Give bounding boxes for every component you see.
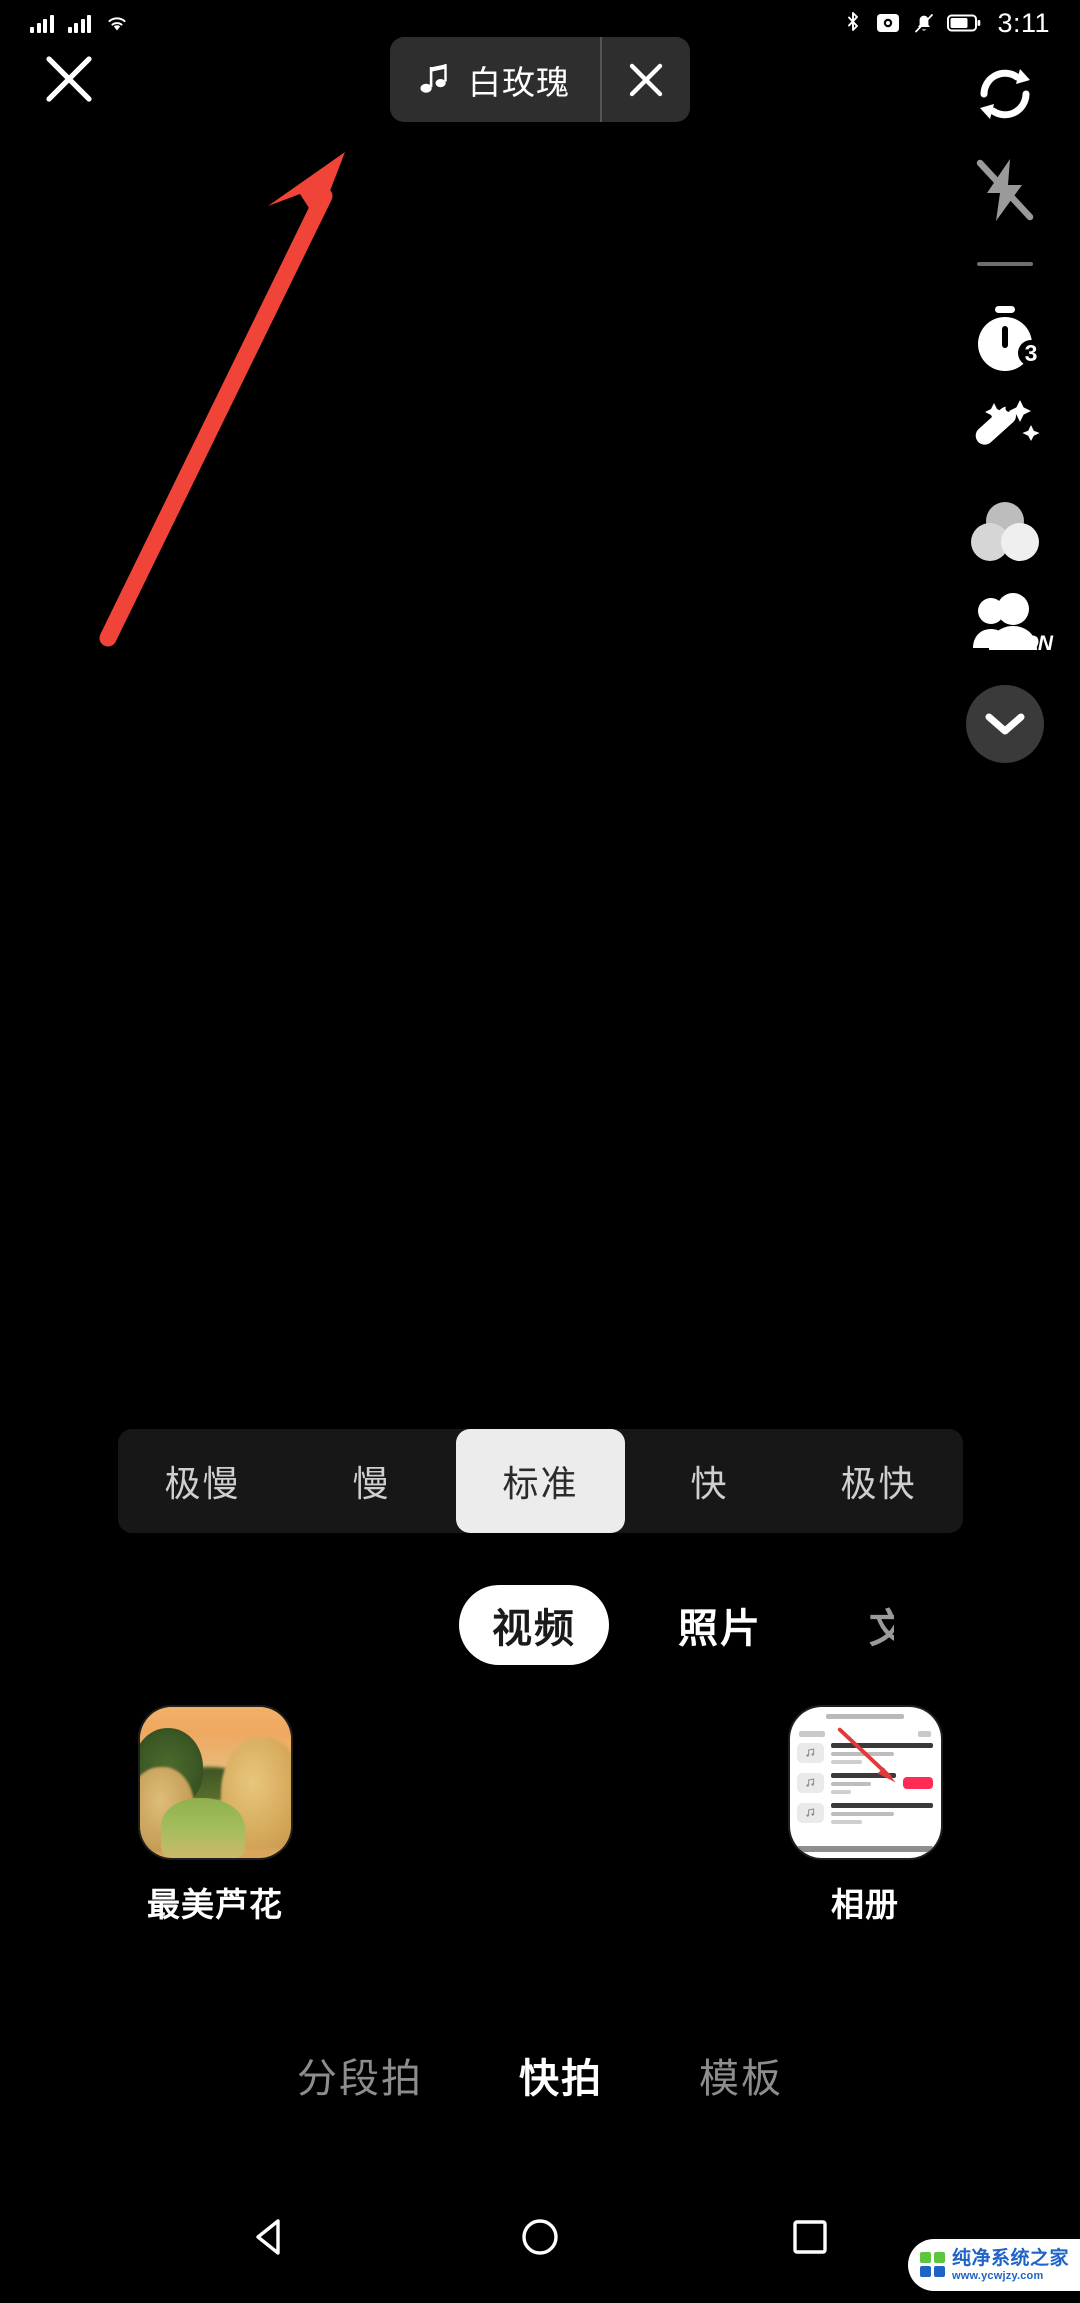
mode-tabs: 视频 照片 文 [0,1570,1080,1680]
status-bar-time: 3:11 [997,7,1050,38]
timer-button[interactable]: 3 [930,292,1080,388]
recents-square-icon [793,2220,827,2254]
music-select-button[interactable]: 白玫瑰 [390,37,600,122]
speed-option-3[interactable]: 快 [625,1429,794,1533]
tab-video[interactable]: 视频 [459,1585,609,1665]
album-tile-label: 相册 [831,1886,899,1923]
status-bar-left [30,13,129,33]
watermark-name: 纯净系统之家 [952,2247,1070,2269]
flip-camera-button[interactable] [930,46,1080,142]
effect-tile[interactable]: 最美芦花 [115,1705,315,1926]
filter-button[interactable] [930,484,1080,580]
home-button[interactable] [505,2202,575,2272]
watermark-logo-icon [920,2252,946,2278]
watermark-text: 纯净系统之家 www.ycwjzy.com [952,2249,1069,2282]
signal-bars-icon [30,13,54,33]
speed-selector[interactable]: 极慢 慢 标准 快 极快 [118,1429,963,1533]
flash-off-icon [976,159,1034,221]
close-button[interactable] [36,46,102,112]
flip-camera-icon [980,69,1030,119]
shoot-mode-segment[interactable]: 分段拍 [297,2046,423,2104]
screenshot-icon [877,14,900,32]
music-title: 白玫瑰 [468,63,570,101]
status-bar-right: 3:11 [843,8,1050,39]
duet-on-badge: ON [1022,632,1053,655]
camera-capture-screen: 3:11 白玫瑰 3 ON 极慢 慢 标准 快 极快 视频 照片 文 最美芦花 … [0,0,1080,2303]
recents-button[interactable] [775,2202,845,2272]
shoot-mode-quick[interactable]: 快拍 [519,2046,603,2104]
effect-artwork [139,1707,291,1858]
speed-option-1[interactable]: 慢 [287,1429,456,1533]
speed-option-2[interactable]: 标准 [456,1429,625,1533]
effect-thumbnail [137,1705,293,1860]
rail-divider [977,262,1033,266]
tab-photo[interactable]: 照片 [660,1585,780,1665]
chevron-down-icon [985,713,1025,735]
close-icon [629,63,663,96]
album-thumbnail [787,1705,943,1860]
expand-circle [966,685,1044,763]
battery-icon [947,14,981,32]
music-note-icon [420,63,447,93]
tool-rail: 3 ON [930,46,1080,772]
album-artwork [789,1707,941,1858]
speed-option-4[interactable]: 极快 [794,1429,963,1533]
capture-controls: 最美芦花 相册 [0,1705,1080,1955]
bluetooth-icon [848,12,859,31]
album-tile[interactable]: 相册 [765,1705,965,1926]
album-red-arrow-icon [837,1727,896,1783]
red-arrow-icon [99,152,345,647]
duet-button[interactable]: ON [930,580,1080,676]
tab-text[interactable]: 文 [830,1585,894,1665]
back-triangle-icon [256,2219,280,2255]
speed-option-0[interactable]: 极慢 [118,1429,287,1533]
beauty-button[interactable] [930,388,1080,484]
close-icon [46,56,92,102]
flash-button[interactable] [930,142,1080,238]
timer-count-badge: 3 [1018,340,1044,366]
shoot-mode-template[interactable]: 模板 [699,2046,783,2104]
expand-rail-button[interactable] [930,676,1080,772]
watermark: 纯净系统之家 www.ycwjzy.com [908,2239,1080,2291]
shoot-mode-nav: 分段拍 快拍 模板 [0,2035,1080,2115]
magic-wand-icon [975,398,1040,445]
home-circle-icon [522,2219,558,2255]
filter-circles-icon [971,502,1039,561]
signal-bars-icon-2 [67,13,91,33]
watermark-url: www.ycwjzy.com [952,2269,1044,2282]
music-clear-button[interactable] [602,37,690,122]
back-button[interactable] [235,2202,305,2272]
wifi-icon [108,17,126,31]
effect-tile-label: 最美芦花 [147,1886,283,1923]
music-pill[interactable]: 白玫瑰 [390,37,690,122]
annotation-layer [99,152,345,647]
bell-muted-icon [915,14,934,33]
